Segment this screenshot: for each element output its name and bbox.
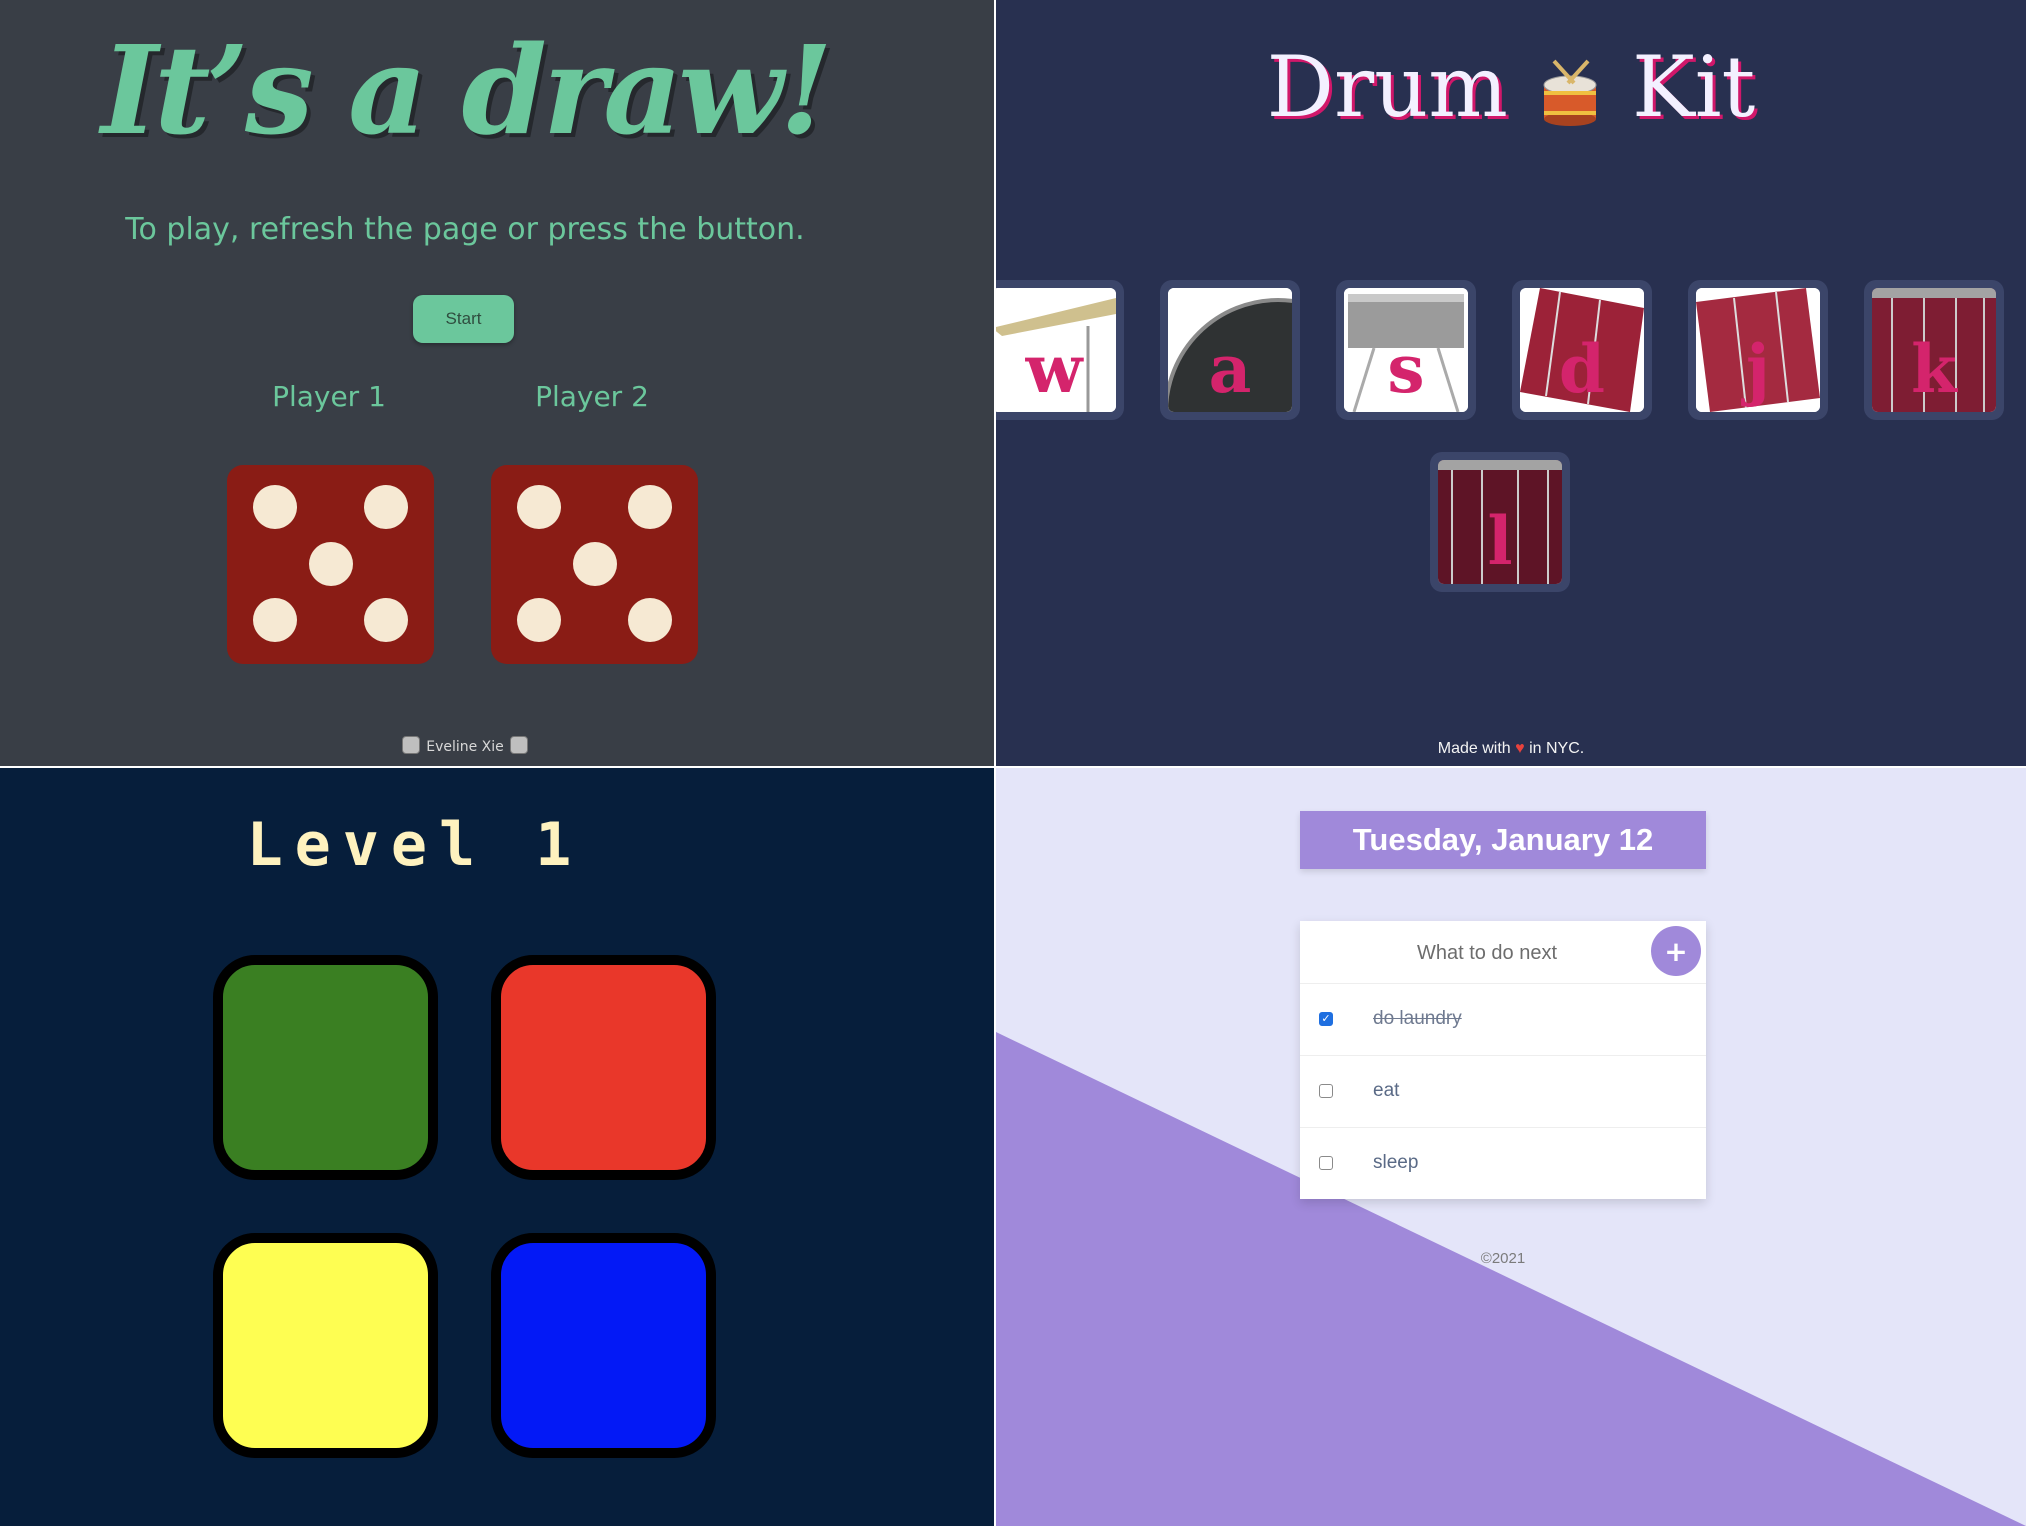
todo-checkbox[interactable] <box>1319 1084 1333 1098</box>
copyright-footer: ©2021 <box>1480 1250 1526 1267</box>
player-2-label: Player 2 <box>535 380 649 413</box>
todo-list-card: + ✓ do laundry eat sleep <box>1300 921 1706 1199</box>
todo-panel: Tuesday, January 12 + ✓ do laundry eat s… <box>996 768 2026 1526</box>
start-button[interactable]: Start <box>413 295 514 343</box>
new-todo-input[interactable] <box>1300 921 1674 985</box>
die-pip <box>573 542 617 586</box>
drum-key-a[interactable]: a <box>1160 280 1300 420</box>
key-letter: k <box>1911 330 1957 408</box>
todo-checkbox[interactable] <box>1319 1156 1333 1170</box>
instructions-text: To play, refresh the page or press the b… <box>125 212 805 247</box>
yellow-button[interactable] <box>213 1233 438 1458</box>
crash-image: w <box>996 288 1116 412</box>
heart-icon: ♥ <box>1515 740 1525 757</box>
drum-key-j[interactable]: j <box>1688 280 1828 420</box>
red-button[interactable] <box>491 955 716 1180</box>
dice-footer: Eveline Xie <box>0 736 930 755</box>
die-pip <box>517 598 561 642</box>
drum-key-k[interactable]: k <box>1864 280 2004 420</box>
dice-game-panel: It’s a draw! To play, refresh the page o… <box>0 0 994 766</box>
die-pip <box>364 598 408 642</box>
die-pip <box>309 542 353 586</box>
level-title: Level 1 <box>246 810 584 880</box>
dice-icon <box>402 736 421 754</box>
drum-kit-panel: Drum Kit w a s d j k l Made with ♥ in NY… <box>996 0 2026 766</box>
title-word-drum: Drum <box>1266 38 1508 136</box>
floor-tom-image: k <box>1872 288 1996 412</box>
screenshot-grid: It’s a draw! To play, refresh the page o… <box>0 0 2026 1526</box>
result-title: It’s a draw! <box>101 18 833 162</box>
die-pip <box>253 598 297 642</box>
todo-item[interactable]: sleep <box>1300 1127 1706 1199</box>
green-button[interactable] <box>213 955 438 1180</box>
todo-text: do laundry <box>1373 1008 1462 1029</box>
key-letter: j <box>1746 330 1770 408</box>
drum-footer: Made with ♥ in NYC. <box>996 740 2026 758</box>
todo-checkbox[interactable]: ✓ <box>1319 1012 1333 1026</box>
snare-image: s <box>1344 288 1468 412</box>
tom-image: d <box>1520 288 1644 412</box>
drum-key-w[interactable]: w <box>996 280 1124 420</box>
drum-kit-title: Drum Kit <box>996 38 2026 136</box>
key-letter: d <box>1558 330 1606 408</box>
key-letter: w <box>1025 330 1083 408</box>
player-2-die <box>491 465 698 664</box>
key-letter: a <box>1208 330 1252 408</box>
blue-button[interactable] <box>491 1233 716 1458</box>
floor-tom-image: l <box>1438 460 1562 584</box>
footer-text: Made with <box>1437 740 1511 757</box>
drum-icon <box>1534 51 1606 126</box>
todo-item[interactable]: eat <box>1300 1055 1706 1127</box>
simon-game-panel: Level 1 <box>0 768 994 1526</box>
key-letter: s <box>1387 330 1425 408</box>
drum-key-s[interactable]: s <box>1336 280 1476 420</box>
todo-text: sleep <box>1373 1152 1419 1173</box>
kick-image: a <box>1168 288 1292 412</box>
footer-text: in NYC. <box>1529 740 1585 757</box>
die-pip <box>517 485 561 529</box>
drum-key-d[interactable]: d <box>1512 280 1652 420</box>
drum-key-l[interactable]: l <box>1430 452 1570 592</box>
tom-image: j <box>1696 288 1820 412</box>
title-word-kit: Kit <box>1631 38 1756 136</box>
todo-text: eat <box>1373 1080 1400 1101</box>
date-header: Tuesday, January 12 <box>1300 811 1706 869</box>
die-pip <box>253 485 297 529</box>
key-letter: l <box>1487 502 1513 580</box>
author-name: Eveline Xie <box>426 739 504 755</box>
add-todo-button[interactable]: + <box>1651 926 1701 976</box>
die-pip <box>628 598 672 642</box>
player-1-die <box>227 465 434 664</box>
player-1-label: Player 1 <box>272 380 386 413</box>
die-pip <box>628 485 672 529</box>
dice-icon <box>509 736 528 754</box>
todo-item[interactable]: ✓ do laundry <box>1300 983 1706 1055</box>
die-pip <box>364 485 408 529</box>
